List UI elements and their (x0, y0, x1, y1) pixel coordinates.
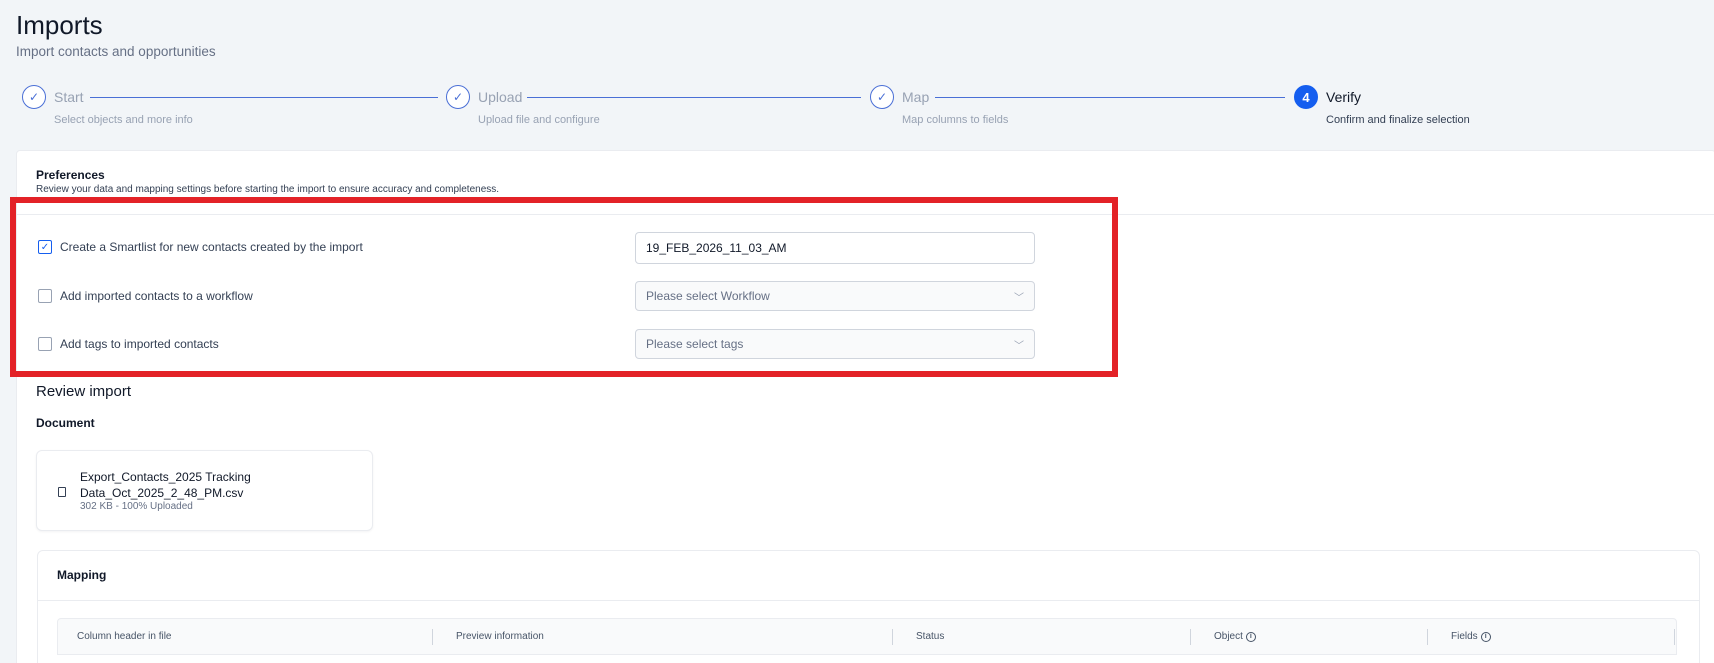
column-separator (1427, 629, 1428, 645)
document-title: Document (36, 416, 95, 430)
column-header-object: Object i (1214, 631, 1256, 642)
column-header-file: Column header in file (77, 631, 172, 642)
step-upload[interactable]: ✓ Upload Upload file and configure (446, 85, 600, 126)
column-separator (892, 629, 893, 645)
step-description: Confirm and finalize selection (1326, 114, 1470, 126)
column-header-status: Status (916, 631, 945, 642)
check-icon: ✓ (870, 85, 894, 109)
step-description: Map columns to fields (902, 114, 1009, 126)
file-icon (58, 487, 66, 497)
mapping-title: Mapping (57, 568, 107, 582)
column-separator (1674, 629, 1675, 645)
column-header-fields: Fields i (1451, 631, 1491, 642)
step-label: Upload (478, 89, 523, 105)
preferences-description: Review your data and mapping settings be… (36, 184, 500, 195)
info-icon[interactable]: i (1245, 631, 1256, 642)
column-separator (432, 629, 433, 645)
preferences-title: Preferences (36, 168, 105, 182)
mapping-table-header: Column header in file Preview informatio… (57, 618, 1677, 655)
step-description: Select objects and more info (54, 114, 193, 126)
step-label: Start (54, 89, 84, 105)
page-title: Imports (16, 10, 103, 40)
step-start[interactable]: ✓ Start Select objects and more info (22, 85, 193, 126)
step-map[interactable]: ✓ Map Map columns to fields (870, 85, 1008, 126)
column-separator (1190, 629, 1191, 645)
file-meta: 302 KB - 100% Uploaded (80, 501, 193, 512)
document-card: Export_Contacts_2025 Tracking Data_Oct_2… (36, 450, 373, 531)
step-label: Verify (1326, 89, 1362, 105)
check-icon: ✓ (22, 85, 46, 109)
step-label: Map (902, 89, 930, 105)
step-number-badge: 4 (1294, 85, 1318, 109)
check-icon: ✓ (446, 85, 470, 109)
column-header-preview: Preview information (456, 631, 544, 642)
step-verify[interactable]: 4 Verify Confirm and finalize selection (1294, 85, 1470, 126)
page-subtitle: Import contacts and opportunities (16, 44, 216, 59)
info-icon[interactable]: i (1480, 631, 1491, 642)
review-import-title: Review import (36, 383, 132, 400)
divider (38, 600, 1699, 601)
step-description: Upload file and configure (478, 114, 600, 126)
highlight-annotation (10, 197, 1118, 377)
file-name: Export_Contacts_2025 Tracking Data_Oct_2… (80, 470, 251, 500)
